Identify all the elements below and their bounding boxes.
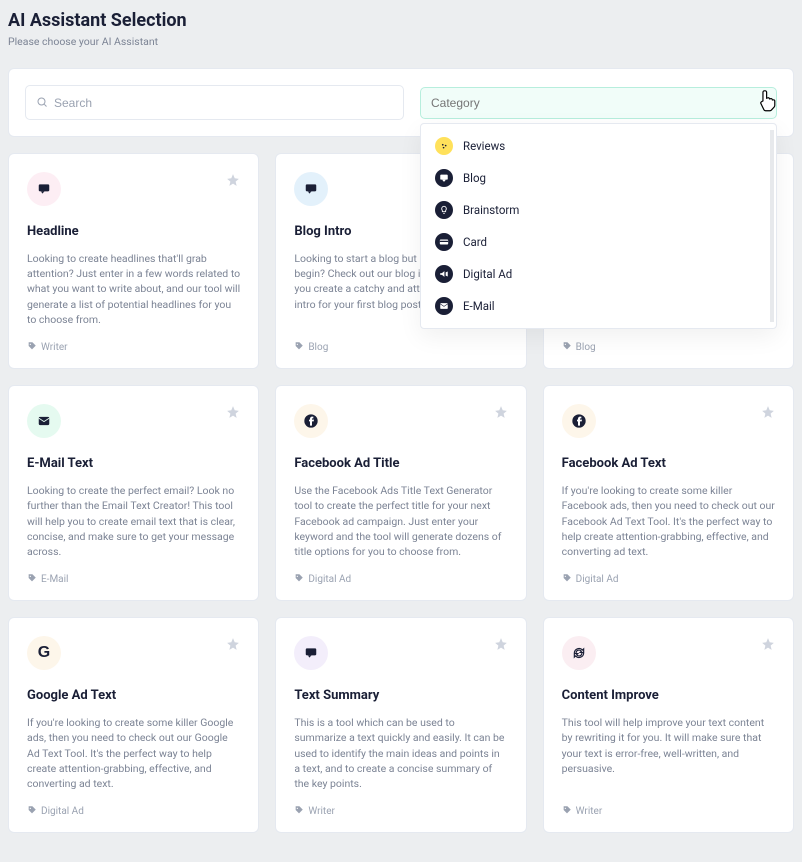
card-description: If you're looking to create some killer …: [27, 715, 240, 791]
search-field-wrap: [25, 85, 404, 120]
tag-icon: [562, 805, 572, 818]
card-title: Facebook Ad Title: [294, 456, 507, 471]
favorite-star-icon[interactable]: [761, 636, 775, 655]
card-description: Use the Facebook Ads Title Text Generato…: [294, 483, 507, 559]
search-input[interactable]: [54, 96, 393, 110]
tag-icon: [294, 341, 304, 354]
card-title: Facebook Ad Text: [562, 456, 775, 471]
card-category: Blog: [294, 341, 507, 354]
favorite-star-icon[interactable]: [494, 636, 508, 655]
card-category: Digital Ad: [562, 573, 775, 586]
dropdown-item-blog[interactable]: Blog: [421, 162, 770, 194]
tag-icon: [27, 573, 37, 586]
card-category: Writer: [27, 341, 240, 354]
brainstorm-icon: [435, 201, 453, 219]
tag-icon: [562, 573, 572, 586]
dropdown-item-label: Card: [463, 235, 487, 249]
tag-icon: [27, 805, 37, 818]
card-category-label: Digital Ad: [308, 574, 351, 585]
assistant-card[interactable]: Headline Looking to create headlines tha…: [8, 153, 259, 369]
category-dropdown: Reviews Blog Brainstorm Card Digital Ad E-Mai…: [420, 123, 777, 329]
page-title: AI Assistant Selection: [8, 10, 794, 31]
card-category: Blog: [562, 341, 775, 354]
tag-icon: [294, 805, 304, 818]
card-category-label: E-Mail: [41, 574, 68, 585]
assistant-card[interactable]: E-Mail Text Looking to create the perfec…: [8, 385, 259, 601]
card-title: E-Mail Text: [27, 456, 240, 471]
reviews-icon: [435, 137, 453, 155]
fb-icon: [294, 404, 328, 438]
card-category-label: Blog: [308, 342, 328, 353]
dropdown-item-label: Blog: [463, 171, 486, 185]
fb-icon: [562, 404, 596, 438]
card-category: Digital Ad: [294, 573, 507, 586]
dropdown-item-reviews[interactable]: Reviews: [421, 130, 770, 162]
tag-icon: [294, 573, 304, 586]
dropdown-item-label: Brainstorm: [463, 203, 519, 217]
card-category: Writer: [562, 805, 775, 818]
favorite-star-icon[interactable]: [226, 172, 240, 191]
mail-icon: [27, 404, 61, 438]
tag-icon: [562, 341, 572, 354]
chat-icon: [294, 172, 328, 206]
card-description: If you're looking to create some killer …: [562, 483, 775, 559]
card-title: Google Ad Text: [27, 688, 240, 703]
card-category-label: Writer: [41, 342, 68, 353]
category-field-wrap: ReviewsBlogBrainstormCardDigital AdE-Mai…: [420, 87, 777, 119]
assistant-card[interactable]: Facebook Ad Text If you're looking to cr…: [543, 385, 794, 601]
digital-ad-icon: [435, 265, 453, 283]
search-icon: [36, 93, 48, 112]
refresh-icon: [562, 636, 596, 670]
dropdown-item-label: E-Mail: [463, 299, 495, 313]
dropdown-item-card[interactable]: Card: [421, 226, 770, 258]
filters-panel: ReviewsBlogBrainstormCardDigital AdE-Mai…: [8, 68, 794, 137]
cursor-pointer-icon: [757, 87, 779, 117]
category-input[interactable]: [420, 87, 777, 119]
card-category-label: Writer: [576, 806, 603, 817]
card-title: Content Improve: [562, 688, 775, 703]
card-category: Writer: [294, 805, 507, 818]
page-subtitle: Please choose your AI Assistant: [8, 35, 794, 48]
dropdown-item-brainstorm[interactable]: Brainstorm: [421, 194, 770, 226]
card-description: Looking to create the perfect email? Loo…: [27, 483, 240, 559]
card-description: This tool will help improve your text co…: [562, 715, 775, 791]
dropdown-item-label: Reviews: [463, 139, 505, 153]
card-description: Looking to create headlines that'll grab…: [27, 251, 240, 327]
dropdown-item-digital-ad[interactable]: Digital Ad: [421, 258, 770, 290]
tag-icon: [27, 341, 37, 354]
dropdown-item-label: Digital Ad: [463, 267, 512, 281]
card-category-label: Blog: [576, 342, 596, 353]
chat-icon: [27, 172, 61, 206]
favorite-star-icon[interactable]: [494, 404, 508, 423]
card-description: This is a tool which can be used to summ…: [294, 715, 507, 791]
dropdown-item-e-mail[interactable]: E-Mail: [421, 290, 770, 322]
g-icon: G: [27, 636, 61, 670]
favorite-star-icon[interactable]: [226, 636, 240, 655]
assistant-card[interactable]: Content Improve This tool will help impr…: [543, 617, 794, 833]
e-mail-icon: [435, 297, 453, 315]
card-category-label: Digital Ad: [576, 574, 619, 585]
assistant-card[interactable]: Text Summary This is a tool which can be…: [275, 617, 526, 833]
assistant-card[interactable]: G Google Ad Text If you're looking to cr…: [8, 617, 259, 833]
favorite-star-icon[interactable]: [761, 404, 775, 423]
blog-icon: [435, 169, 453, 187]
card-category: Digital Ad: [27, 805, 240, 818]
card-title: Text Summary: [294, 688, 507, 703]
card-category-label: Digital Ad: [41, 806, 84, 817]
favorite-star-icon[interactable]: [226, 404, 240, 423]
card-category-label: Writer: [308, 806, 335, 817]
card-title: Headline: [27, 224, 240, 239]
card-category: E-Mail: [27, 573, 240, 586]
chat-icon: [294, 636, 328, 670]
assistant-card[interactable]: Facebook Ad Title Use the Facebook Ads T…: [275, 385, 526, 601]
card-icon: [435, 233, 453, 251]
